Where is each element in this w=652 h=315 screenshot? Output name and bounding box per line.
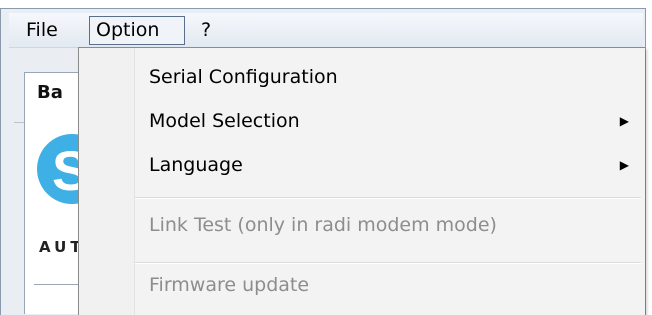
menu-file[interactable]: File	[20, 17, 64, 43]
menu-item-label: Model Selection	[149, 110, 300, 132]
menu-item-label: Language	[149, 154, 243, 176]
divider	[34, 284, 80, 285]
menu-item-model-selection[interactable]: Model Selection ▶	[135, 100, 641, 142]
tab-basic[interactable]: Ba	[24, 72, 84, 112]
menu-item-serial-configuration[interactable]: Serial Configuration	[135, 56, 641, 98]
menu-item-label: Firmware update	[149, 274, 310, 296]
menu-item-label: Link Test (only in radi modem mode)	[149, 214, 497, 236]
menu-item-label: Serial Configuration	[149, 66, 338, 88]
submenu-arrow-icon: ▶	[619, 114, 629, 128]
menu-help[interactable]: ?	[195, 17, 217, 43]
menu-option[interactable]: Option	[89, 16, 185, 45]
menu-item-firmware-update[interactable]: Firmware update	[135, 264, 641, 306]
menu-item-language[interactable]: Language ▶	[135, 144, 641, 186]
menu-bar: File Option ?	[9, 13, 643, 48]
menu-separator	[135, 197, 641, 199]
submenu-arrow-icon: ▶	[619, 158, 629, 172]
menu-item-link-test[interactable]: Link Test (only in radi modem mode)	[135, 204, 641, 246]
menu-icon-gutter	[79, 48, 135, 315]
option-dropdown-menu: Serial Configuration Model Selection ▶ L…	[78, 47, 645, 315]
